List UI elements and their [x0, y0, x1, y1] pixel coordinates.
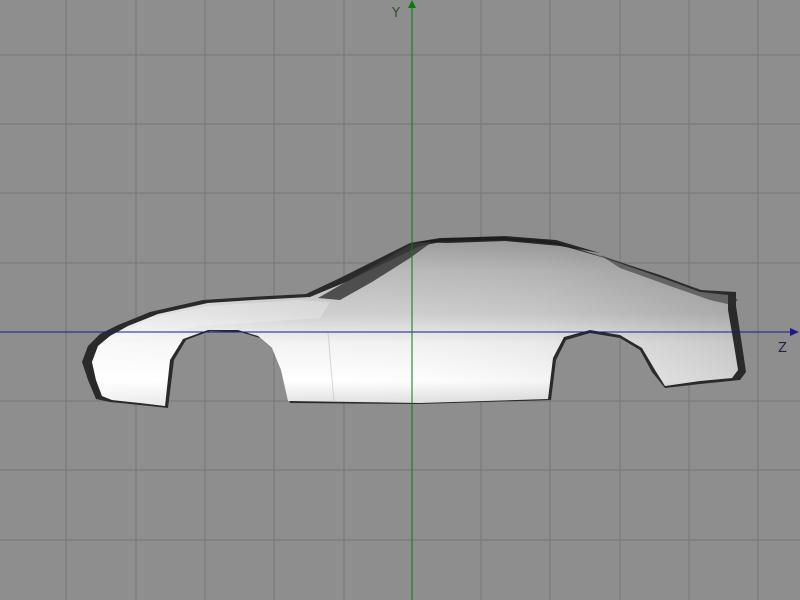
z-axis-arrow-icon	[790, 328, 799, 336]
y-axis-arrow-icon	[408, 0, 416, 8]
3d-viewport[interactable]: Y Z	[0, 0, 800, 600]
y-axis-label: Y	[392, 6, 400, 21]
viewport-scene[interactable]	[0, 0, 800, 600]
car-body-model[interactable]	[82, 236, 746, 408]
z-axis-label: Z	[778, 341, 787, 356]
